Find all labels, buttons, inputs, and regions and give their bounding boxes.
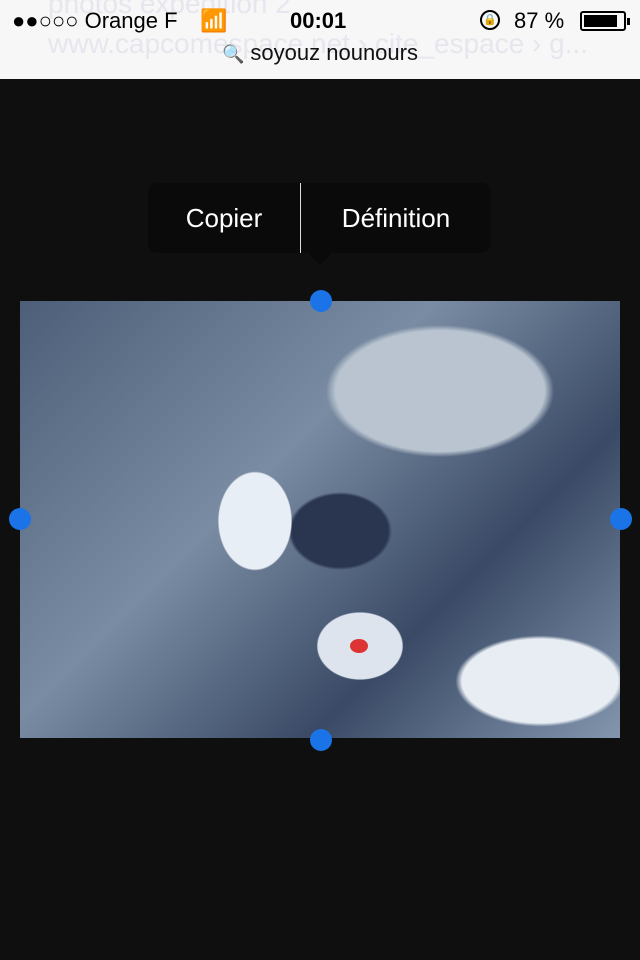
selection-handle-bottom[interactable] [310,729,332,751]
battery-icon [580,11,630,31]
definition-button[interactable]: Définition [301,183,491,253]
status-and-search-bar: photos expedition 2 www.capcomespace.net… [0,0,640,79]
wifi-icon: 📶 [200,8,228,33]
selection-handle-top[interactable] [310,290,332,312]
rotation-lock-icon: 🔒 [480,10,500,30]
selection-handle-left[interactable] [9,508,31,530]
clock: 00:01 [290,8,347,33]
selection-handle-right[interactable] [610,508,632,530]
copy-button[interactable]: Copier [148,183,301,253]
search-query-bar[interactable]: 🔍 soyouz nounours [0,40,640,66]
context-menu: Copier Définition [148,183,491,253]
carrier-name: Orange F [84,8,178,33]
image-detail [350,639,368,653]
context-menu-arrow [308,252,332,266]
selected-image[interactable] [20,301,620,738]
battery-percent: 87 % [514,8,565,33]
signal-icon: ●●○○○ [12,8,79,33]
search-query: soyouz nounours [250,40,418,65]
carrier: ●●○○○ Orange F [12,8,178,34]
search-icon: 🔍 [222,44,245,64]
